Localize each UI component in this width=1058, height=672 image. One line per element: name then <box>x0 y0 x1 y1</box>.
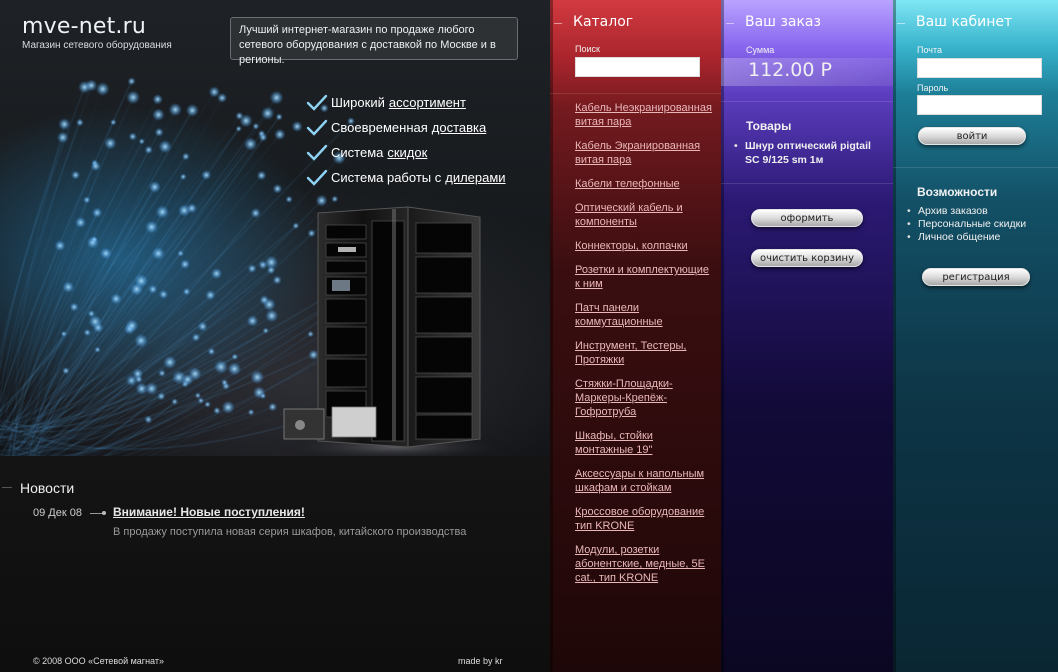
catalog-link[interactable]: Кабели телефонные <box>575 178 680 190</box>
feature-link-discounts[interactable]: скидок <box>387 145 427 160</box>
catalog-link[interactable]: Инструмент, Тестеры, Протяжки <box>575 340 686 366</box>
feature-item: Система скидок <box>306 140 506 165</box>
catalog-link[interactable]: Стяжки-Площадки-Маркеры-Крепёж-Гофротруб… <box>575 378 673 418</box>
news-date: 09 Дек 08 <box>33 507 82 519</box>
order-column: Ваш заказ Сумма 112.00 Р Товары Шнур опт… <box>721 0 893 672</box>
feature-text: Широкий <box>331 95 385 110</box>
order-sum: 112.00 Р <box>748 59 832 81</box>
feature-item: Своевременная доставка <box>306 115 506 140</box>
list-item: Кабель Неэкранированная витая пара <box>575 101 713 129</box>
made-by: made by kr <box>458 656 503 666</box>
catalog-link[interactable]: Модули, розетки абонентские, медные, 5Е … <box>575 544 705 584</box>
password-field[interactable] <box>917 95 1042 115</box>
news-link[interactable]: Внимание! Новые поступления! <box>113 505 305 519</box>
catalog-link[interactable]: Оптический кабель и компоненты <box>575 202 683 228</box>
feature-text: Система работы с <box>331 170 442 185</box>
server-rack-image <box>280 206 510 456</box>
list-item: Оптический кабель и компоненты <box>575 201 713 229</box>
promo-box: Лучший интернет-магазин по продаже любог… <box>230 17 518 66</box>
feature-item: Система работы с дилерами <box>306 165 506 190</box>
feature-link-dealers[interactable]: дилерами <box>445 170 505 185</box>
list-item: Аксессуары к напольным шкафам и стойкам <box>575 467 713 495</box>
catalog-link[interactable]: Аксессуары к напольным шкафам и стойкам <box>575 468 704 494</box>
search-label: Поиск <box>575 44 600 54</box>
list-item: Инструмент, Тестеры, Протяжки <box>575 339 713 367</box>
catalog-column: Каталог Поиск Кабель Неэкранированная ви… <box>550 0 721 672</box>
feature-item: Широкий ассортимент <box>306 90 506 115</box>
feature-list: Широкий ассортимент Своевременная достав… <box>306 90 506 190</box>
catalog-link[interactable]: Розетки и комплектующие к ним <box>575 264 709 290</box>
feature-text: Система <box>331 145 384 160</box>
catalog-heading: Каталог <box>553 14 634 30</box>
list-item: Розетки и комплектующие к ним <box>575 263 713 291</box>
checkmark-icon <box>306 144 328 161</box>
list-item: Архив заказов <box>907 205 1052 218</box>
order-items-list: Шнур оптический pigtail SC 9/125 sm 1м <box>734 139 884 167</box>
divider <box>721 101 893 102</box>
list-item: Коннекторы, колпачки <box>575 239 713 253</box>
divider <box>893 167 1058 168</box>
catalog-link[interactable]: Шкафы, стойки монтажные 19" <box>575 430 653 456</box>
news-section: Новости 09 Дек 08 Внимание! Новые поступ… <box>0 456 550 672</box>
catalog-link[interactable]: Кабель Экранированная витая пара <box>575 140 700 166</box>
checkmark-icon <box>306 169 328 186</box>
news-text: В продажу поступила новая серия шкафов, … <box>113 526 467 538</box>
arrow-icon <box>90 511 106 515</box>
account-column: Ваш кабинет Почта Пароль войти Возможнос… <box>893 0 1058 672</box>
list-item: Личное общение <box>907 231 1052 244</box>
login-button[interactable]: войти <box>918 127 1026 145</box>
account-heading: Ваш кабинет <box>896 14 1013 30</box>
order-heading: Ваш заказ <box>726 14 821 30</box>
list-item: Стяжки-Площадки-Маркеры-Крепёж-Гофротруб… <box>575 377 713 419</box>
account-features-list: Архив заказов Персональные скидки Личное… <box>907 205 1052 244</box>
list-item: Модули, розетки абонентские, медные, 5Е … <box>575 543 713 585</box>
register-button[interactable]: регистрация <box>922 268 1030 286</box>
catalog-link[interactable]: Кроссовое оборудование тип KRONE <box>575 506 704 532</box>
search-input[interactable] <box>575 57 700 77</box>
catalog-list: Кабель Неэкранированная витая пара Кабел… <box>575 101 713 595</box>
features-heading: Возможности <box>917 185 998 199</box>
list-item: Шнур оптический pigtail SC 9/125 sm 1м <box>734 139 884 167</box>
logo-title[interactable]: mve-net.ru <box>22 14 172 39</box>
goods-heading: Товары <box>746 119 792 133</box>
checkout-button[interactable]: оформить <box>751 209 863 227</box>
feature-text: Своевременная <box>331 120 428 135</box>
email-label: Почта <box>917 45 942 55</box>
divider <box>550 93 721 94</box>
news-heading: Новости <box>1 480 75 496</box>
catalog-link[interactable]: Кабель Неэкранированная витая пара <box>575 102 712 128</box>
catalog-link[interactable]: Коннекторы, колпачки <box>575 240 688 252</box>
email-field[interactable] <box>917 58 1042 78</box>
list-item: Кабель Экранированная витая пара <box>575 139 713 167</box>
feature-link-assortment[interactable]: ассортимент <box>389 95 466 110</box>
sum-label: Сумма <box>746 45 775 55</box>
site-logo[interactable]: mve-net.ru Магазин сетевого оборудования <box>22 14 172 51</box>
catalog-link[interactable]: Патч панели коммутационные <box>575 302 663 328</box>
password-label: Пароль <box>917 83 949 93</box>
hero-banner: mve-net.ru Магазин сетевого оборудования… <box>0 0 550 456</box>
list-item: Патч панели коммутационные <box>575 301 713 329</box>
clear-cart-button[interactable]: очистить корзину <box>751 249 863 267</box>
list-item: Шкафы, стойки монтажные 19" <box>575 429 713 457</box>
checkmark-icon <box>306 119 328 136</box>
logo-subtitle: Магазин сетевого оборудования <box>22 40 172 51</box>
list-item: Персональные скидки <box>907 218 1052 231</box>
checkmark-icon <box>306 94 328 111</box>
feature-link-delivery[interactable]: доставка <box>432 120 486 135</box>
divider <box>721 183 893 184</box>
copyright: © 2008 ООО «Сетевой магнат» <box>33 656 164 666</box>
list-item: Кроссовое оборудование тип KRONE <box>575 505 713 533</box>
list-item: Кабели телефонные <box>575 177 713 191</box>
